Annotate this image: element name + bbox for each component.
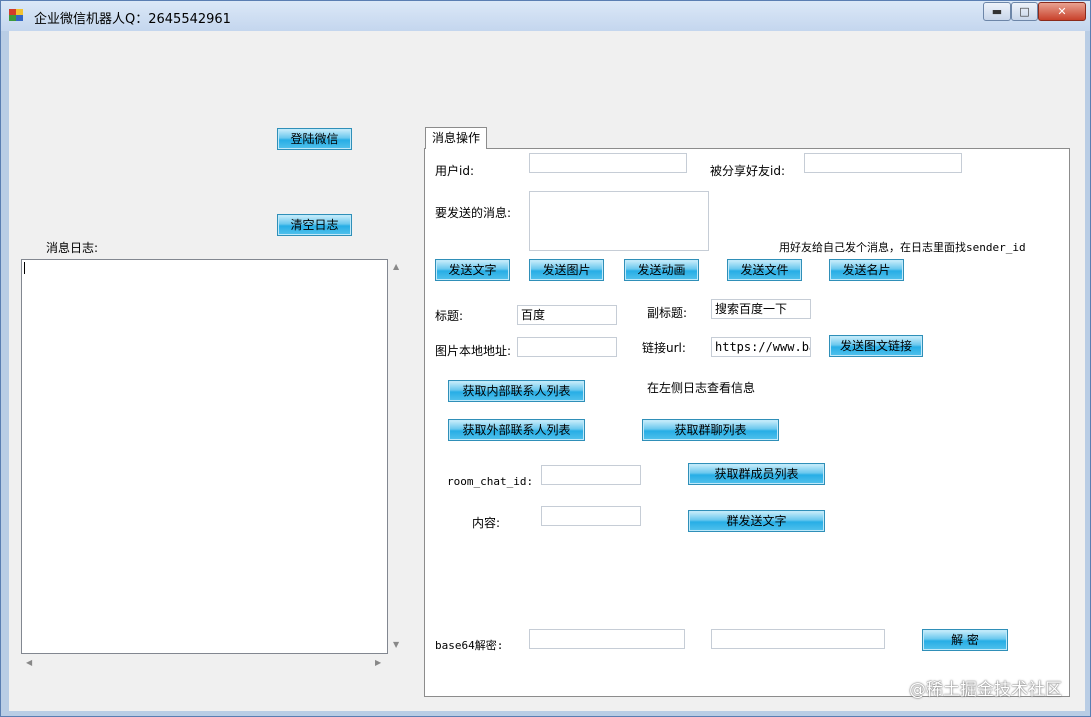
log-vertical-scrollbar[interactable]: ▲ ▼ [389,259,406,654]
maximize-icon: □ [1019,5,1030,18]
send-image-button[interactable]: 发送图片 [529,259,604,281]
send-link-button[interactable]: 发送图文链接 [829,335,923,357]
minimize-button[interactable]: ▬ [983,2,1011,21]
subtitle-input[interactable]: 搜索百度一下 [711,299,811,319]
message-label: 要发送的消息: [435,206,512,220]
get-group-members-button[interactable]: 获取群成员列表 [688,463,825,485]
close-button[interactable]: ✕ [1038,2,1086,21]
title-bar: 企业微信机器人Q：2645542961 ▬ □ ✕ [1,1,1090,31]
message-log-textarea[interactable] [21,259,388,654]
user-id-input[interactable] [529,153,687,173]
subtitle-label: 副标题: [647,306,688,320]
text-caret [24,262,25,274]
content-input[interactable] [541,506,641,526]
send-card-button[interactable]: 发送名片 [829,259,904,281]
user-id-label: 用户id: [435,164,474,178]
get-internal-contacts-button[interactable]: 获取内部联系人列表 [448,380,585,402]
base64-output[interactable] [711,629,885,649]
link-url-label: 链接url: [642,341,686,355]
send-text-button[interactable]: 发送文字 [435,259,510,281]
sender-id-hint: 用好友给自己发个消息，在日志里面找sender_id [779,241,1026,254]
window-title: 企业微信机器人Q：2645542961 [34,12,231,27]
scroll-up-icon[interactable]: ▲ [393,262,399,272]
app-icon [9,9,23,21]
tab-message-operations[interactable]: 消息操作 [425,127,487,149]
image-path-label: 图片本地地址: [435,344,512,358]
shared-friend-id-label: 被分享好友id: [710,164,785,178]
login-wechat-button[interactable]: 登陆微信 [277,128,352,150]
send-file-button[interactable]: 发送文件 [727,259,802,281]
room-chat-id-input[interactable] [541,465,641,485]
room-chat-id-label: room_chat_id: [447,475,534,488]
get-external-contacts-button[interactable]: 获取外部联系人列表 [448,419,585,441]
group-send-text-button[interactable]: 群发送文字 [688,510,825,532]
base64-input[interactable] [529,629,685,649]
base64-label: base64解密: [435,639,504,652]
decrypt-button[interactable]: 解 密 [922,629,1008,651]
close-icon: ✕ [1057,5,1067,18]
maximize-button[interactable]: □ [1011,2,1038,21]
get-group-list-button[interactable]: 获取群聊列表 [642,419,779,441]
send-animation-button[interactable]: 发送动画 [624,259,699,281]
clear-log-button[interactable]: 清空日志 [277,214,352,236]
scroll-left-icon[interactable]: ◀ [26,658,32,668]
link-url-input[interactable]: https://www.baid [711,337,811,357]
shared-friend-id-input[interactable] [804,153,962,173]
content-label: 内容: [472,516,501,530]
image-path-input[interactable] [517,337,617,357]
log-label: 消息日志: [46,241,99,255]
log-horizontal-scrollbar[interactable]: ◀ ▶ [21,654,388,671]
left-log-hint: 在左侧日志查看信息 [647,381,756,395]
minimize-icon: ▬ [991,5,1003,18]
title-input[interactable]: 百度 [517,305,617,325]
title-label: 标题: [435,309,464,323]
watermark: @稀土掘金技术社区 [909,680,1062,700]
scroll-right-icon[interactable]: ▶ [375,658,381,668]
client-area: 登陆微信 清空日志 消息日志: ▲ ▼ ◀ ▶ 消息操作 用户id: 被分享好友… [9,31,1085,711]
scroll-down-icon[interactable]: ▼ [393,640,399,650]
main-window: 企业微信机器人Q：2645542961 ▬ □ ✕ 登陆微信 清空日志 消息日志… [0,0,1091,717]
message-textarea[interactable] [529,191,709,251]
